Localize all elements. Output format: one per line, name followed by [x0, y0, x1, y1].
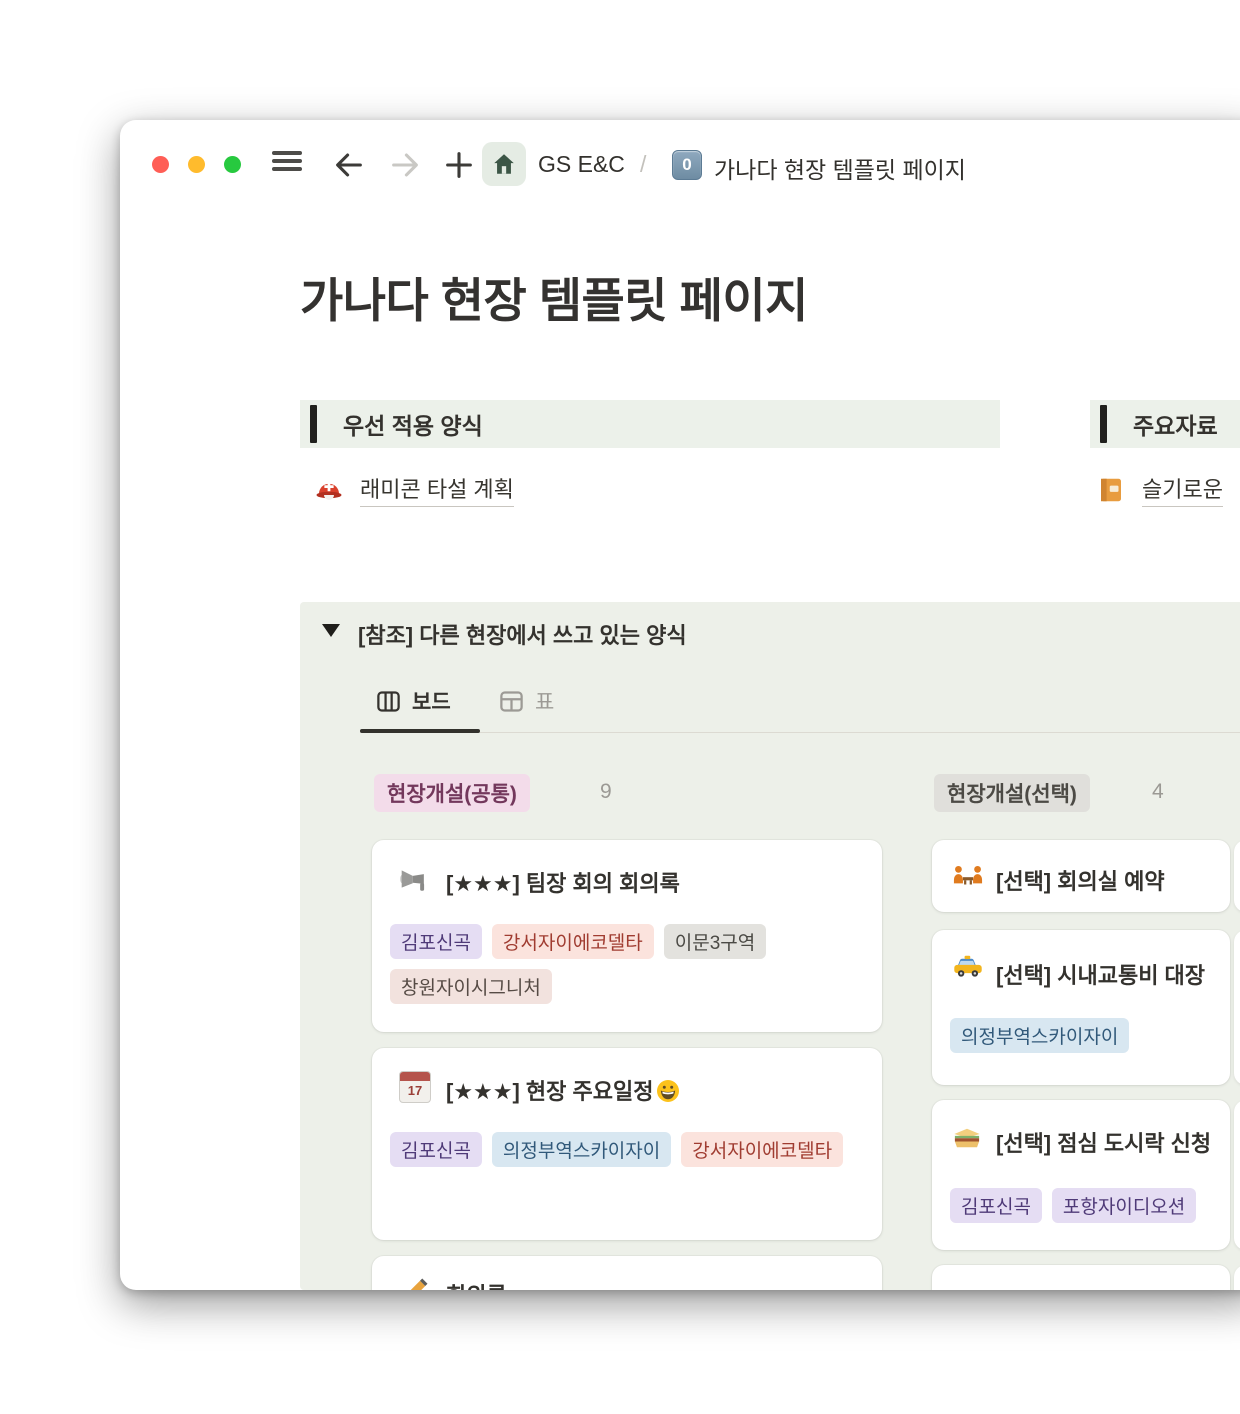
traffic-light-zoom[interactable]	[224, 156, 241, 173]
sidebar-menu-button[interactable]	[272, 147, 302, 175]
tag-gimpo-singok: 김포신곡	[950, 1188, 1042, 1223]
plus-icon	[442, 148, 476, 182]
tag-uijeongbu-sky-xi: 의정부역스카이자이	[492, 1132, 671, 1167]
breadcrumb-page-title[interactable]: 가나다 현장 템플릿 페이지	[714, 151, 966, 185]
card-site-key-schedule[interactable]: 17 [★★★] 현장 주요일정 김포신곡 의정부역스카이자이 강서자이에코델타	[372, 1048, 882, 1240]
card-tags: 의정부역스카이자이	[950, 1018, 1230, 1053]
active-tab-underline	[360, 729, 480, 733]
tab-board[interactable]: 보드	[375, 686, 451, 716]
column-count-optional: 4	[1152, 780, 1164, 804]
card-title: [선택] 회의실 예약	[996, 864, 1230, 896]
tag-imun3-district: 이문3구역	[664, 924, 767, 959]
new-page-button[interactable]	[442, 148, 476, 182]
card-title: [★★★] 팀장 회의 회의록	[446, 866, 874, 898]
column-badge-common[interactable]: 현장개설(공통)	[374, 774, 530, 812]
card-title: [선택] 시내교통비 대장	[996, 958, 1230, 990]
card-tags: 김포신곡 강서자이에코델타 이문3구역 창원자이시그니처	[390, 924, 866, 1004]
link-wise[interactable]: 슬기로운	[1142, 472, 1223, 507]
card-sliver	[1234, 1265, 1240, 1290]
column-badge-optional[interactable]: 현장개설(선택)	[934, 774, 1090, 812]
hamburger-icon	[272, 147, 302, 175]
sandwich-icon	[952, 1126, 982, 1150]
forward-button[interactable]	[388, 148, 422, 182]
right-heading: 주요자료	[1133, 407, 1218, 441]
breadcrumb-separator: /	[640, 151, 646, 178]
app-window: GS E&C / 0 가나다 현장 템플릿 페이지 가나다 현장 템플릿 페이지…	[120, 120, 1240, 1290]
left-heading: 우선 적용 양식	[343, 407, 483, 441]
card-team-meeting-notes[interactable]: [★★★] 팀장 회의 회의록 김포신곡 강서자이에코델타 이문3구역 창원자이…	[372, 840, 882, 1032]
back-button[interactable]	[332, 148, 366, 182]
toggle-section: [참조] 다른 현장에서 쓰고 있는 양식 보드 표 현장개설(공통) 9 현장…	[300, 602, 1240, 1290]
card-lunchbox-request[interactable]: [선택] 점심 도시락 신청 김포신곡 포항자이디오션	[932, 1100, 1230, 1250]
tag-changwon-xi-signature: 창원자이시그니처	[390, 969, 552, 1004]
quote-bar	[1100, 405, 1107, 443]
keycap-zero-icon: 0	[672, 150, 702, 180]
link-remicon-plan[interactable]: 래미콘 타설 계획	[360, 472, 514, 507]
card-title: 회의록	[446, 1278, 874, 1290]
table-view-icon	[498, 688, 525, 715]
tag-gangseo-xi-ecodelta: 강서자이에코델타	[492, 924, 654, 959]
board-view-icon	[375, 688, 402, 715]
megaphone-icon	[398, 864, 430, 894]
card-sliver	[1234, 1100, 1240, 1250]
taxi-icon	[952, 954, 984, 978]
traffic-light-close[interactable]	[152, 156, 169, 173]
card-sliver	[1234, 930, 1240, 1085]
home-button[interactable]	[482, 142, 526, 186]
card-title: [선택] 점심 도시락 신청	[996, 1126, 1230, 1158]
tabs-divider	[360, 732, 1240, 733]
left-heading-block: 우선 적용 양식	[300, 400, 1000, 448]
column-count-common: 9	[600, 780, 612, 804]
tag-gimpo-singok: 김포신곡	[390, 1132, 482, 1167]
arrow-right-icon	[388, 148, 422, 182]
writing-hand-icon	[400, 1276, 430, 1290]
toggle-arrow-icon[interactable]	[322, 624, 340, 637]
screenshot-canvas: GS E&C / 0 가나다 현장 템플릿 페이지 가나다 현장 템플릿 페이지…	[0, 0, 1240, 1414]
traffic-light-minimize[interactable]	[188, 156, 205, 173]
left-link-row: 래미콘 타설 계획	[314, 472, 514, 507]
tag-uijeongbu-sky-xi: 의정부역스카이자이	[950, 1018, 1129, 1053]
arrow-left-icon	[332, 148, 366, 182]
right-link-row: 슬기로운	[1096, 472, 1223, 507]
toggle-title[interactable]: [참조] 다른 현장에서 쓰고 있는 양식	[358, 618, 687, 650]
quote-bar	[310, 405, 317, 443]
card-sliver	[1234, 840, 1240, 912]
card-meeting-notes-clipped[interactable]: 회의록	[372, 1256, 882, 1290]
page-title: 가나다 현장 템플릿 페이지	[300, 262, 808, 331]
card-clipped-bottom[interactable]	[932, 1265, 1230, 1290]
breadcrumb-workspace[interactable]: GS E&C	[538, 151, 625, 178]
tab-table-label: 표	[535, 686, 554, 716]
card-title: [★★★] 현장 주요일정	[446, 1074, 874, 1106]
tag-gangseo-xi-ecodelta: 강서자이에코델타	[681, 1132, 843, 1167]
grinning-face-icon	[656, 1079, 680, 1103]
card-city-transport-ledger[interactable]: [선택] 시내교통비 대장 의정부역스카이자이	[932, 930, 1230, 1085]
tag-pohang-xi-diocean: 포항자이디오션	[1052, 1188, 1196, 1223]
right-heading-block: 주요자료	[1090, 400, 1240, 448]
rescue-helmet-icon	[314, 476, 344, 504]
card-tags: 김포신곡 의정부역스카이자이 강서자이에코델타	[390, 1132, 866, 1167]
card-meeting-room-booking[interactable]: [선택] 회의실 예약	[932, 840, 1230, 912]
home-icon	[491, 151, 517, 177]
tab-table[interactable]: 표	[498, 686, 554, 716]
tab-board-label: 보드	[412, 686, 451, 716]
card-tags: 김포신곡 포항자이디오션	[950, 1188, 1230, 1223]
tag-gimpo-singok: 김포신곡	[390, 924, 482, 959]
meeting-people-icon	[952, 862, 984, 889]
calendar-17-icon: 17	[399, 1071, 431, 1103]
ledger-icon	[1096, 475, 1126, 505]
